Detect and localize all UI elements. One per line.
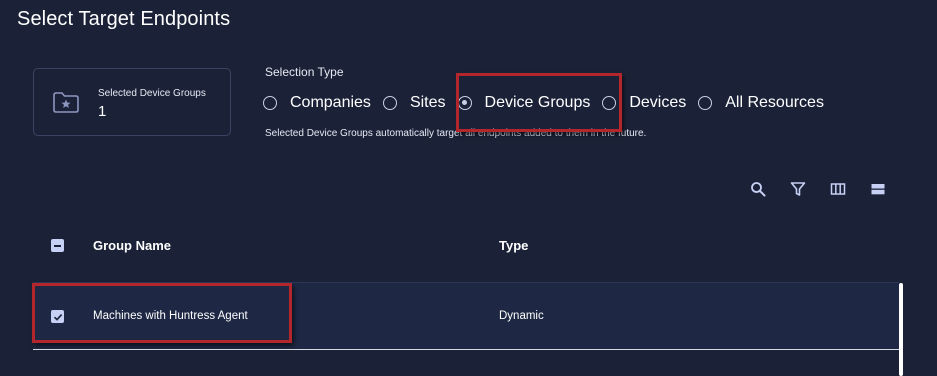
summary-count: 1 bbox=[98, 103, 107, 120]
search-icon[interactable] bbox=[749, 180, 767, 198]
folder-star-icon bbox=[52, 90, 80, 114]
radio-button[interactable] bbox=[263, 96, 277, 110]
annotation-highlight-device-groups bbox=[456, 73, 622, 132]
page-title: Select Target Endpoints bbox=[17, 8, 231, 30]
column-header-group-name[interactable]: Group Name bbox=[93, 238, 171, 253]
radio-label-all-resources: All Resources bbox=[725, 94, 824, 111]
radio-all-resources[interactable]: All Resources bbox=[698, 94, 824, 112]
columns-icon[interactable] bbox=[829, 180, 847, 198]
table-header: Group Name Type bbox=[33, 226, 893, 266]
summary-label: Selected Device Groups bbox=[98, 88, 206, 99]
radio-label-companies: Companies bbox=[290, 94, 371, 111]
select-all-checkbox[interactable] bbox=[51, 239, 64, 252]
table-toolbar bbox=[749, 180, 909, 198]
radio-button[interactable] bbox=[382, 96, 397, 110]
radio-label-sites: Sites bbox=[409, 94, 446, 111]
selection-type-label: Selection Type bbox=[265, 65, 344, 79]
radio-sites[interactable]: Sites bbox=[382, 94, 446, 112]
radio-button[interactable] bbox=[698, 96, 713, 110]
radio-companies[interactable]: Companies bbox=[263, 94, 371, 112]
annotation-highlight-selected-row bbox=[32, 283, 292, 343]
filter-icon[interactable] bbox=[789, 180, 807, 198]
selected-summary-card: Selected Device Groups 1 bbox=[33, 68, 231, 136]
radio-label-devices: Devices bbox=[629, 94, 687, 111]
cell-type: Dynamic bbox=[499, 310, 544, 322]
table-scrollbar[interactable] bbox=[899, 283, 903, 376]
density-icon[interactable] bbox=[869, 180, 887, 198]
column-header-type[interactable]: Type bbox=[499, 238, 528, 253]
